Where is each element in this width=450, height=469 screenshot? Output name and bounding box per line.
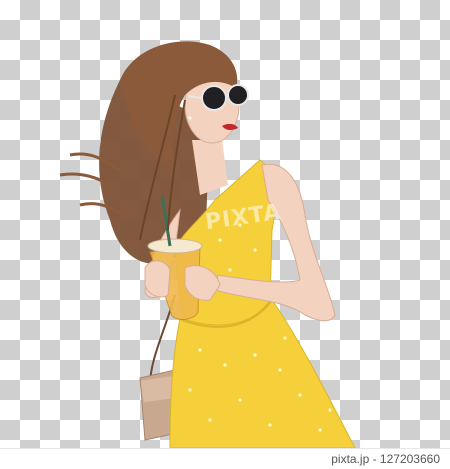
drink-lid	[147, 238, 203, 254]
sunglasses-bridge	[225, 94, 229, 97]
earring	[188, 116, 192, 120]
sunglasses-left-lens	[201, 85, 227, 111]
image-canvas: PIXTA pixta.jp - 127203660	[0, 0, 450, 469]
image-footer: pixta.jp - 127203660	[0, 448, 450, 469]
footer-credit: pixta.jp - 127203660	[331, 452, 440, 466]
sunglasses-right-lens	[227, 84, 249, 106]
illustration	[59, 41, 356, 448]
